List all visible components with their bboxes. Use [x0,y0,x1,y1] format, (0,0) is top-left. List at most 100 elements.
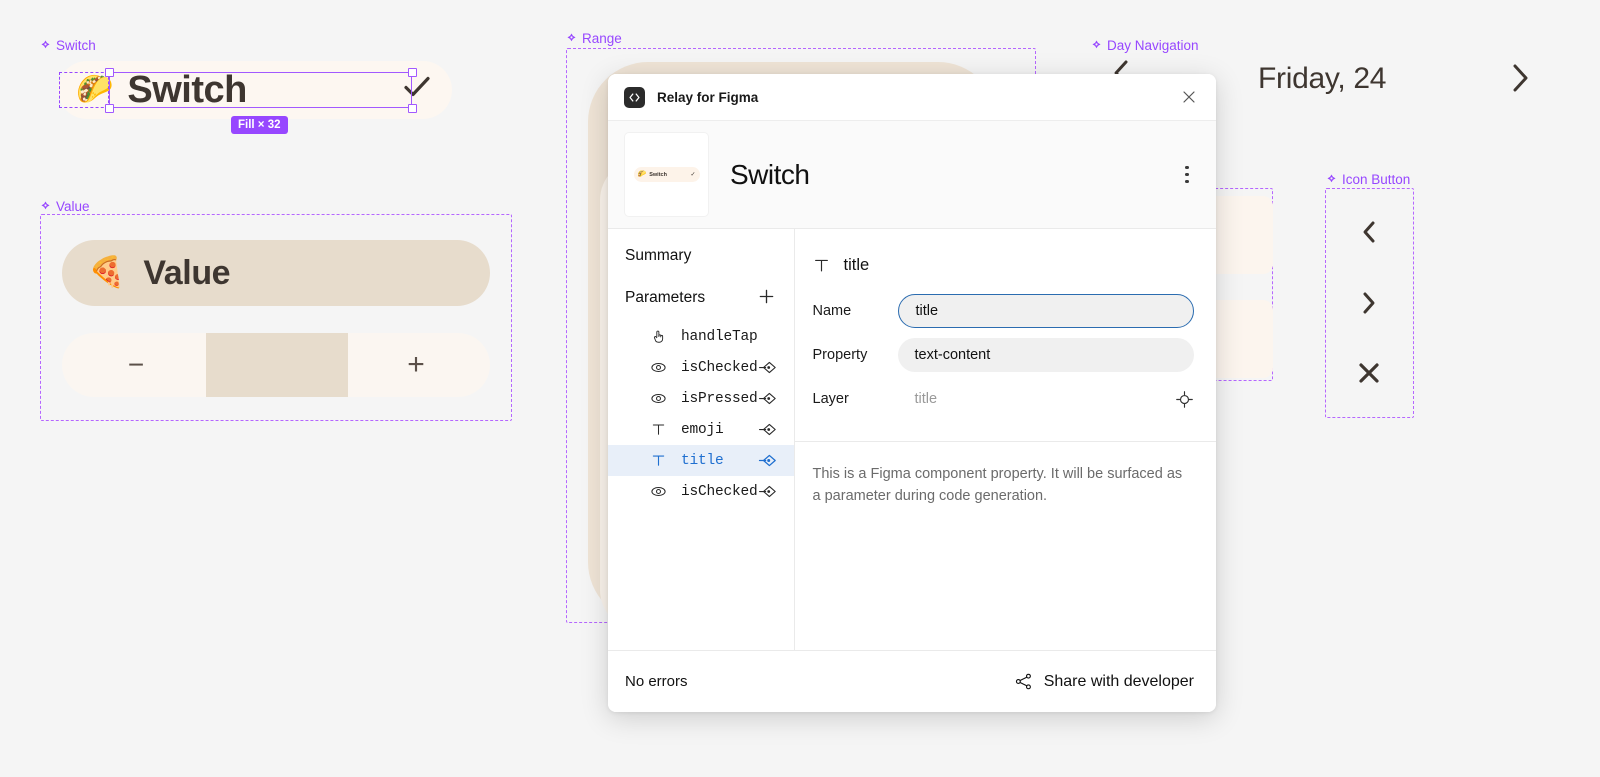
parameter-name: isPressed [681,390,758,407]
field-label-property: Property [812,347,868,363]
menu-dot [1185,166,1189,170]
plus-icon[interactable] [757,287,777,309]
parameter-row-isChecked-1[interactable]: isChecked [608,352,794,383]
text-icon [648,453,668,468]
icon-button-next[interactable] [1347,281,1391,325]
parameter-detail-panel: title Name title Property text-content L… [794,229,1216,650]
more-vertical-icon[interactable] [1174,160,1200,190]
frame-label-text: Day Navigation [1107,38,1199,53]
field-label-layer: Layer [812,391,849,407]
code-brackets-icon [624,86,645,108]
field-row-name: Name title [813,289,1194,333]
parameter-row-emoji[interactable]: emoji [608,414,794,445]
frame-label-icon-button[interactable]: Icon Button [1326,172,1410,187]
share-with-developer-button[interactable]: Share with developer [1014,672,1194,691]
linked-parameter-icon[interactable] [758,453,777,468]
fill-count-badge: Fill × 32 [231,116,288,134]
close-icon[interactable] [1176,84,1202,110]
text-icon [813,257,830,274]
parameter-name: title [681,452,724,469]
decrement-button[interactable]: − [106,349,166,381]
parameter-name: isChecked [681,359,758,376]
value-title-text: Value [143,253,231,292]
selection-handle-tl[interactable] [104,67,114,77]
target-icon[interactable] [1175,390,1194,409]
property-select[interactable]: text-content [897,338,1194,372]
menu-dot [1185,179,1189,183]
component-diamond-icon [40,40,51,51]
eye-icon [648,359,668,376]
parameters-section-header: Parameters [608,287,794,309]
menu-dot [1185,172,1189,177]
frame-label-text: Value [56,199,90,214]
taco-emoji-icon: 🌮 [637,171,647,178]
linked-parameter-icon[interactable] [758,360,777,375]
summary-section-label[interactable]: Summary [608,247,794,265]
switch-title-text: Switch [127,68,247,111]
frame-label-text: Icon Button [1342,172,1411,187]
name-input[interactable]: title [897,294,1194,328]
layer-value: title [914,391,938,407]
selection-handle-br[interactable] [407,103,417,113]
linked-parameter-icon[interactable] [758,484,777,499]
daynav-date-label: Friday, 24 [1258,62,1387,95]
check-icon: ✓ [690,172,696,178]
eye-icon [648,390,668,407]
field-label-name: Name [812,303,852,319]
frame-label-day-navigation[interactable]: Day Navigation [1091,38,1199,53]
frame-label-text: Switch [56,38,96,53]
daynav-next-chevron-icon[interactable] [1508,62,1532,99]
dialog-body: Summary Parameters handleTap isChecked i… [608,229,1216,650]
parameters-panel: Summary Parameters handleTap isChecked i… [608,229,795,650]
text-icon [648,422,668,437]
parameter-name: isChecked [681,483,758,500]
value-component-pill[interactable]: 🍕 Value [62,240,490,306]
increment-button[interactable]: + [386,348,446,382]
parameter-row-isPressed[interactable]: isPressed [608,383,794,414]
figma-canvas: Range Switch 🌮 Switch Fill × 32 Value 🍕 … [0,0,1600,777]
parameter-name: handleTap [681,328,758,345]
detail-header-name: title [843,255,870,274]
taco-emoji-icon: 🌮 [76,73,114,106]
relay-plugin-dialog: Relay for Figma 🌮 Switch ✓ Switch Summar… [608,74,1216,712]
eye-icon [648,483,668,500]
selection-handle-tr[interactable] [407,67,417,77]
frame-label-switch[interactable]: Switch [40,38,96,53]
parameter-row-isChecked-2[interactable]: isChecked [608,476,794,507]
component-thumbnail-label: Switch [649,171,667,178]
field-row-layer: Layer title [813,377,1194,421]
linked-parameter-icon[interactable] [758,422,777,437]
frame-label-range[interactable]: Range [566,31,622,46]
component-thumbnail: 🌮 Switch ✓ [625,133,708,216]
value-stepper[interactable]: − + [62,333,490,397]
component-diamond-icon [40,201,51,212]
stepper-fill-indicator [206,333,348,397]
error-status-text: No errors [625,673,688,690]
share-icon [1014,672,1033,691]
parameters-section-label: Parameters [625,289,706,306]
dialog-titlebar: Relay for Figma [608,74,1216,121]
linked-parameter-icon[interactable] [758,391,777,406]
frame-label-value[interactable]: Value [40,199,90,214]
icon-button-prev[interactable] [1347,210,1391,254]
dialog-component-bar: 🌮 Switch ✓ Switch [608,121,1216,229]
component-diamond-icon [566,33,577,44]
component-diamond-icon [1326,174,1337,185]
switch-component[interactable]: 🌮 Switch [58,61,452,119]
component-diamond-icon [1091,40,1102,51]
parameter-row-handleTap[interactable]: handleTap [608,321,794,352]
icon-button-close[interactable] [1347,351,1391,395]
frame-label-text: Range [582,31,622,46]
share-button-label: Share with developer [1043,672,1194,690]
tap-gesture-icon [648,329,668,344]
check-icon [402,75,432,106]
parameter-description: This is a Figma component property. It w… [812,466,1183,505]
pizza-emoji-icon: 🍕 [88,256,126,289]
detail-fields: Name title Property text-content Layer t… [795,281,1216,441]
field-row-property: Property text-content [813,333,1194,377]
dialog-footer: No errors Share with developer [608,650,1216,712]
component-thumbnail-pill: 🌮 Switch ✓ [633,167,700,182]
parameter-row-title[interactable]: title [608,445,794,476]
dialog-title: Relay for Figma [657,89,759,105]
selection-handle-bl[interactable] [104,103,114,113]
